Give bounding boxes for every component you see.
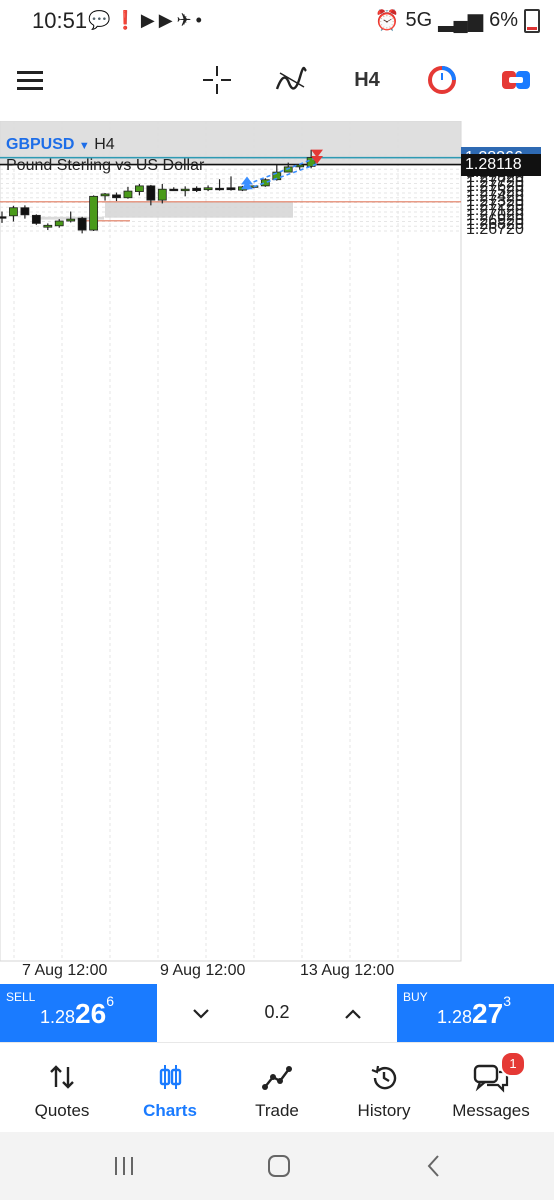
candle-body — [31, 214, 41, 224]
nav-history[interactable]: History — [329, 1043, 439, 1133]
candle-body — [100, 193, 110, 197]
messages-badge: 1 — [500, 1051, 526, 1077]
time-label: 13 Aug 12:00 — [300, 962, 395, 979]
battery-percent: 6% — [489, 9, 518, 31]
candle-body — [226, 187, 236, 191]
nav-label: Messages — [452, 1101, 530, 1120]
notification-icons: 💬❗▶▶✈• — [88, 10, 206, 31]
signal-icon: ▂▄▆ — [438, 10, 484, 32]
nav-charts[interactable]: Charts — [115, 1043, 225, 1133]
price-chart[interactable] — [0, 121, 554, 984]
charts-icon — [115, 1063, 225, 1095]
alarm-icon: ⏰ — [374, 10, 400, 32]
sell-price: 1.28266 — [40, 993, 114, 1029]
indicators-icon — [275, 66, 307, 90]
network-label: 5G — [405, 9, 433, 31]
nav-messages[interactable]: 1 Messages — [436, 1043, 546, 1133]
status-time: 10:51 — [32, 8, 88, 33]
youtube-icon: ▶ — [140, 10, 159, 30]
chart-symbol[interactable]: GBPUSD — [6, 136, 74, 153]
battery-icon — [524, 8, 540, 33]
youtube-icon: ▶ — [158, 10, 177, 30]
sell-label: SELL — [6, 990, 36, 1004]
candle-body — [66, 218, 76, 222]
home-icon — [268, 1155, 290, 1177]
nav-label: Trade — [255, 1101, 299, 1120]
chart-timeframe: H4 — [94, 136, 115, 153]
trade-bar: SELL 1.28266 0.2 BUY 1.28273 — [0, 984, 554, 1043]
symbol-dropdown-icon[interactable]: ▼ — [79, 140, 90, 152]
chart-toolbar: H4 — [0, 44, 554, 118]
crosshair-button[interactable] — [199, 60, 235, 100]
dot-icon: • — [195, 10, 206, 30]
time-label: 7 Aug 12:00 — [22, 962, 108, 979]
history-icon — [329, 1063, 439, 1095]
recent-apps-icon — [115, 1157, 133, 1175]
candle-body — [192, 187, 202, 192]
chart-description: Pound Sterling vs US Dollar — [6, 157, 205, 174]
candle-body — [169, 188, 179, 192]
menu-icon — [17, 71, 43, 90]
bottom-navigation: Quotes Charts Trade History 1 Messages — [0, 1042, 554, 1133]
buy-price: 1.28273 — [437, 993, 511, 1029]
crosshair-icon — [203, 66, 231, 94]
one-click-trade-icon — [502, 71, 530, 89]
menu-button[interactable] — [12, 60, 48, 100]
candle-body — [283, 166, 293, 173]
chart-symbol-header[interactable]: GBPUSD ▼ H4 — [6, 136, 115, 154]
quotes-icon — [7, 1063, 117, 1095]
recent-apps-button[interactable] — [104, 1150, 144, 1182]
candle-body — [89, 195, 98, 231]
candle-body — [112, 194, 121, 199]
plot-frame — [0, 121, 462, 962]
back-icon — [427, 1155, 439, 1177]
candle-body — [9, 207, 18, 217]
trade-clock-button[interactable] — [424, 60, 460, 100]
alert-icon: ❗ — [114, 10, 141, 30]
time-label: 9 Aug 12:00 — [160, 962, 246, 979]
back-button[interactable] — [414, 1150, 454, 1182]
shaded-zone — [105, 201, 293, 218]
buy-button[interactable]: BUY 1.28273 — [397, 984, 554, 1042]
messages-icon — [436, 1063, 546, 1095]
one-click-trade-button[interactable] — [498, 60, 534, 100]
candle-body — [215, 187, 224, 191]
candle-body — [157, 188, 167, 201]
bid-price-tag: 1.28118 — [461, 153, 541, 176]
chat-bubble-icon: 💬 — [88, 10, 115, 30]
volume-increase-button[interactable] — [337, 998, 369, 1030]
price-tick-label: 1.26720 — [466, 221, 524, 238]
trade-clock-icon — [428, 66, 456, 94]
candle-body — [123, 190, 133, 199]
candle-body — [180, 188, 190, 192]
candle-body — [20, 207, 30, 216]
trade-icon — [222, 1063, 332, 1095]
chevron-up-icon — [345, 1009, 361, 1019]
sell-button[interactable]: SELL 1.28266 — [0, 984, 157, 1042]
candle-body — [146, 185, 156, 201]
nav-quotes[interactable]: Quotes — [7, 1043, 117, 1133]
nav-label: Charts — [143, 1101, 197, 1120]
chart-canvas[interactable] — [0, 121, 554, 984]
home-button[interactable] — [259, 1150, 299, 1182]
candle-body — [43, 224, 53, 228]
candle-body — [0, 216, 7, 219]
nav-label: Quotes — [34, 1101, 90, 1120]
status-bar: 10:51 💬❗▶▶✈• ⏰ 5G ▂▄▆ 6% — [0, 0, 554, 44]
timeframe-button[interactable]: H4 — [348, 60, 386, 100]
candle-body — [295, 164, 305, 168]
nav-label: History — [357, 1101, 411, 1120]
nav-trade[interactable]: Trade — [222, 1043, 332, 1133]
candle-body — [54, 220, 64, 227]
status-right: ⏰ 5G ▂▄▆ 6% — [375, 8, 540, 33]
indicators-button[interactable] — [273, 60, 309, 100]
flight-icon: ✈ — [176, 10, 196, 30]
candle-body — [77, 217, 87, 231]
system-navigation-bar — [0, 1132, 554, 1200]
candle-body — [134, 185, 144, 192]
buy-label: BUY — [403, 990, 428, 1004]
candle-body — [203, 187, 213, 191]
volume-control: 0.2 — [157, 984, 397, 1043]
